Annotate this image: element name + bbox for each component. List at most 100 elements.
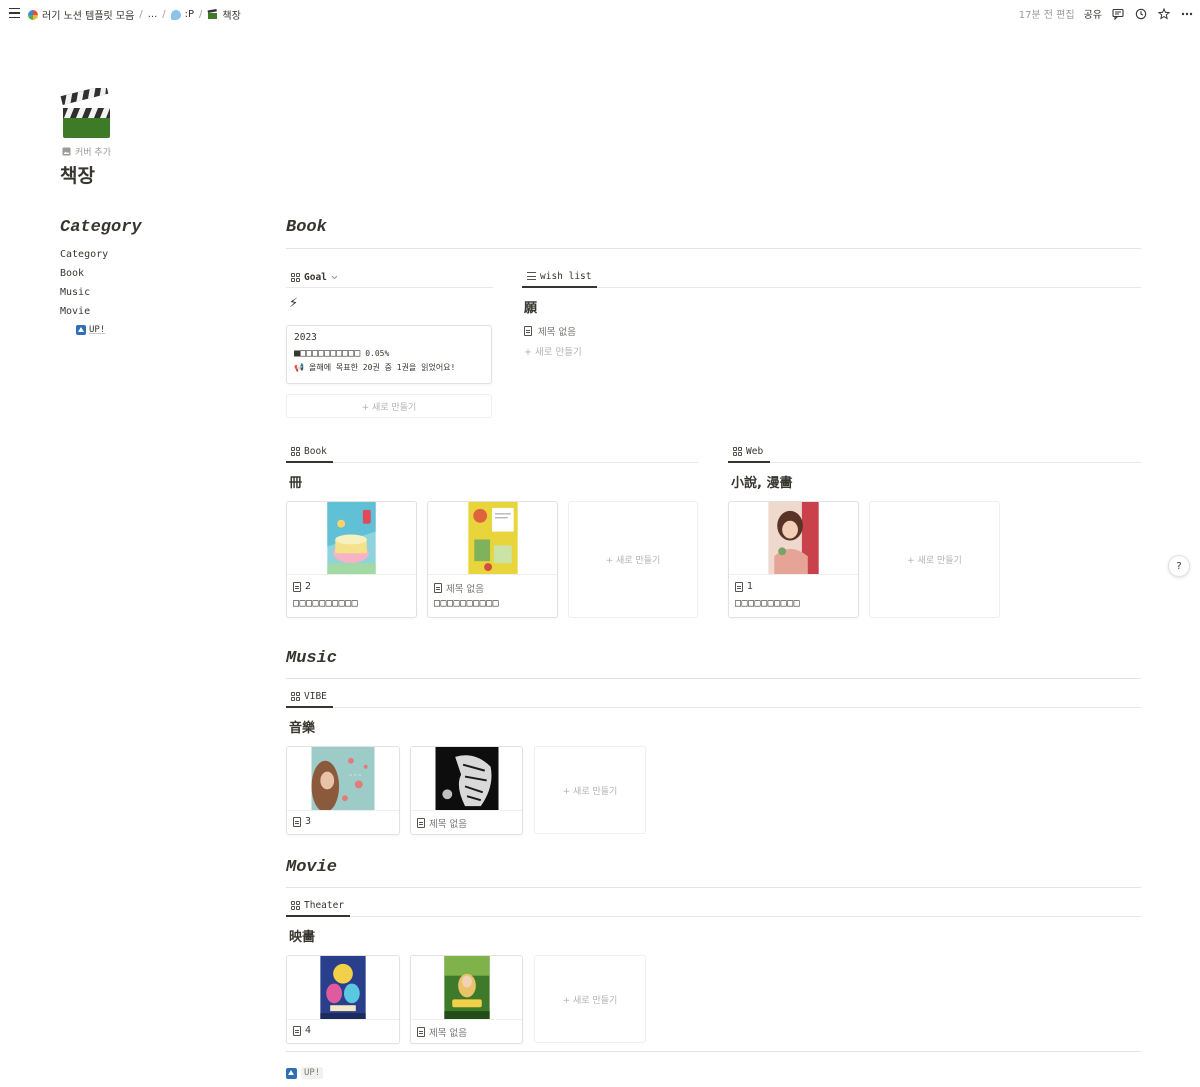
wishlist-item[interactable]: 제목 없음 — [524, 324, 576, 338]
tab-goal[interactable]: Goal — [286, 266, 343, 288]
movie-poster — [287, 956, 399, 1020]
image-icon — [62, 147, 71, 156]
movie-db-title: 映畵 — [289, 930, 316, 945]
movie-card-title: 4 — [293, 1025, 311, 1036]
breadcrumb-item-ellipsis[interactable]: ... — [148, 9, 158, 20]
add-cover-button[interactable]: 커버 추가 — [62, 145, 111, 158]
divider — [286, 887, 1141, 888]
goal-view-tabs: Goal — [286, 266, 493, 288]
page-icon — [293, 816, 301, 827]
top-actions: 17분 전 편집 공유 — [1019, 6, 1194, 21]
web-view-tabs: Web — [728, 441, 1141, 463]
divider — [286, 678, 1141, 679]
book-card[interactable]: 제목 없음 □□□□□□□□□□ — [427, 501, 558, 618]
book-new-button[interactable]: + 새로 만들기 — [568, 501, 698, 618]
tab-web[interactable]: Web — [728, 441, 770, 463]
workspace-logo-icon — [28, 9, 38, 20]
goal-card[interactable]: 2023 ■□□□□□□□□□□ 0.05% 📢 올해에 목표한 20권 중 1… — [286, 325, 492, 384]
divider — [286, 248, 1141, 249]
chevron-down-icon — [331, 275, 338, 279]
more-options-icon[interactable] — [1180, 7, 1194, 21]
tab-theater[interactable]: Theater — [286, 895, 350, 917]
add-cover-label: 커버 추가 — [75, 148, 111, 158]
movie-new-button[interactable]: + 새로 만들기 — [534, 955, 646, 1043]
book-cover — [428, 502, 557, 575]
page-icon — [524, 326, 532, 336]
movie-view-tabs: Theater — [286, 895, 1141, 917]
gallery-icon — [291, 691, 300, 701]
breadcrumb-item-p[interactable]: :P — [185, 9, 194, 20]
album-cover — [411, 747, 522, 811]
movie-card-title: 제목 없음 — [417, 1025, 467, 1039]
web-card-name: 1 — [747, 581, 754, 592]
up-link[interactable]: UP! — [76, 325, 105, 335]
up-arrow-icon — [76, 325, 86, 335]
book-card-name: 2 — [305, 581, 312, 592]
category-link-book[interactable]: Book — [60, 268, 108, 287]
breadcrumb-item-current[interactable]: 책장 — [222, 7, 240, 22]
wishlist-new-button[interactable]: + 새로 만들기 — [524, 344, 582, 358]
comment-icon[interactable] — [1111, 7, 1125, 21]
page-icon — [293, 1025, 301, 1036]
share-button[interactable]: 공유 — [1084, 6, 1102, 21]
lightning-emoji: ⚡ — [289, 296, 299, 311]
goal-year: 2023 — [294, 332, 317, 343]
music-view-tabs: VIBE — [286, 686, 1141, 708]
up-arrow-icon — [286, 1067, 297, 1079]
book-cover-image-yellow — [467, 502, 518, 574]
tab-web-label: Web — [746, 445, 764, 457]
category-heading: Category — [60, 218, 142, 237]
tab-theater-label: Theater — [304, 899, 345, 911]
book-card-title: 2 — [293, 581, 311, 592]
hamburger-menu-icon[interactable] — [9, 8, 20, 18]
tab-book-label: Book — [304, 445, 327, 457]
breadcrumb-item-workspace[interactable]: 러기 노션 템플릿 모음 — [42, 7, 134, 22]
page-title[interactable]: 책장 — [60, 161, 95, 188]
section-heading-music: Music — [286, 649, 338, 668]
tab-wish-list[interactable]: wish list — [522, 266, 597, 288]
list-icon — [527, 272, 536, 280]
category-link-category[interactable]: Category — [60, 249, 108, 268]
gallery-icon — [733, 446, 742, 456]
web-card-rating: □□□□□□□□□□ — [735, 598, 801, 609]
tab-book[interactable]: Book — [286, 441, 333, 463]
movie-card[interactable]: 제목 없음 — [410, 955, 523, 1044]
page-icon — [293, 581, 301, 592]
megaphone-icon: 📢 — [294, 363, 304, 372]
bottom-up-link[interactable]: UP! — [286, 1067, 324, 1079]
gallery-icon — [291, 272, 300, 282]
top-bar: 러기 노션 템플릿 모음 / ... / :P / 책장 17분 전 편집 공유 — [0, 0, 1200, 28]
breadcrumb: 러기 노션 템플릿 모음 / ... / :P / 책장 — [28, 7, 241, 22]
web-card-title: 1 — [735, 581, 753, 592]
page-icon — [434, 583, 442, 593]
music-card-name: 제목 없음 — [429, 819, 467, 830]
clapper-icon — [207, 9, 218, 19]
category-link-movie[interactable]: Movie — [60, 306, 108, 325]
book-card[interactable]: 2 □□□□□□□□□□ — [286, 501, 417, 618]
history-clock-icon[interactable] — [1134, 7, 1148, 21]
help-button[interactable]: ? — [1168, 555, 1190, 577]
bottom-up-label: UP! — [301, 1067, 324, 1079]
album-cover: ~ ~ ~ — [287, 747, 399, 811]
music-new-button[interactable]: + 새로 만들기 — [534, 746, 646, 834]
web-cover-image-portrait — [768, 502, 819, 574]
tab-vibe[interactable]: VIBE — [286, 686, 333, 708]
music-card[interactable]: 제목 없음 — [410, 746, 523, 835]
music-db-title: 音樂 — [289, 721, 316, 736]
tab-goal-label: Goal — [304, 271, 327, 283]
web-new-button[interactable]: + 새로 만들기 — [869, 501, 1000, 618]
wishlist-item-label: 제목 없음 — [538, 327, 576, 338]
music-card-title: 3 — [293, 816, 311, 827]
section-heading-book: Book — [286, 218, 327, 237]
goal-new-button[interactable]: + 새로 만들기 — [286, 394, 492, 418]
svg-text:~ ~ ~: ~ ~ ~ — [349, 773, 361, 778]
web-card[interactable]: 1 □□□□□□□□□□ — [728, 501, 859, 618]
category-link-music[interactable]: Music — [60, 287, 108, 306]
music-card-title: 제목 없음 — [417, 816, 467, 830]
clapperboard-page-icon[interactable] — [60, 88, 112, 140]
movie-card[interactable]: 4 — [286, 955, 400, 1044]
book-card-rating: □□□□□□□□□□ — [434, 598, 500, 609]
music-card[interactable]: ~ ~ ~ 3 — [286, 746, 400, 835]
wishlist-view-tabs: wish list — [522, 266, 1141, 288]
star-icon[interactable] — [1157, 7, 1171, 21]
